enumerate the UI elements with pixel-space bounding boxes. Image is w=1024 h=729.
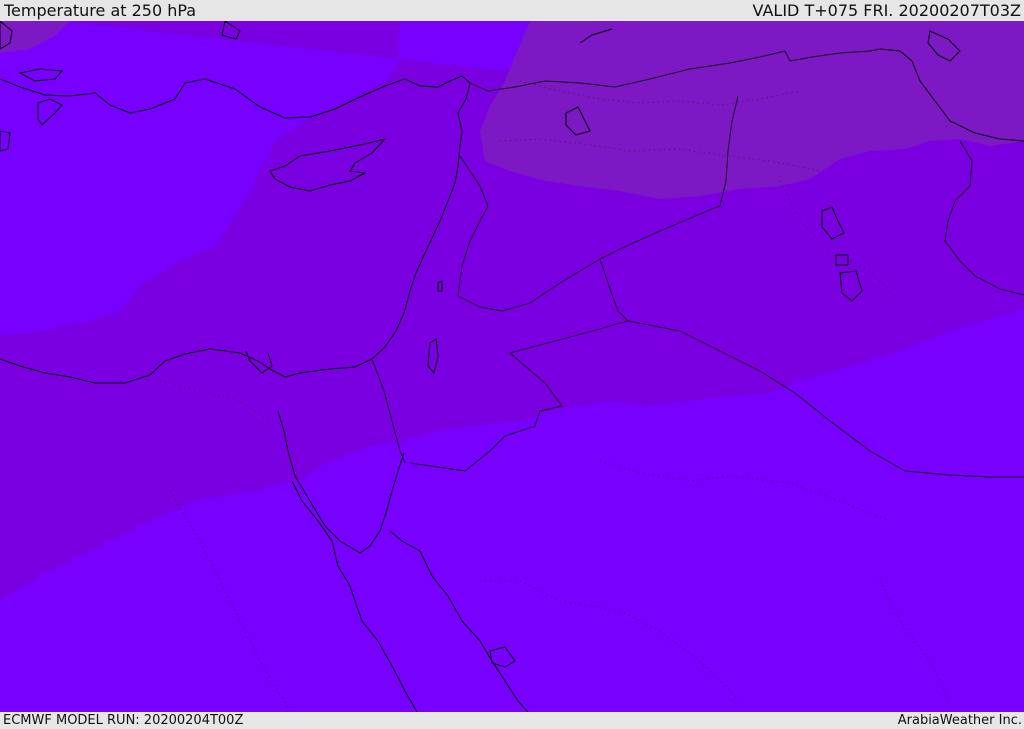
valid-time-label: VALID T+075 FRI. 20200207T03Z (752, 1, 1021, 20)
temperature-map (0, 21, 1024, 712)
header-bar: Temperature at 250 hPa VALID T+075 FRI. … (0, 0, 1024, 21)
model-run-label: ECMWF MODEL RUN: 20200204T00Z (3, 713, 244, 728)
map-title: Temperature at 250 hPa (4, 1, 197, 20)
footer-bar: ECMWF MODEL RUN: 20200204T00Z ArabiaWeat… (0, 712, 1024, 729)
credit-label: ArabiaWeather Inc. (897, 713, 1022, 728)
